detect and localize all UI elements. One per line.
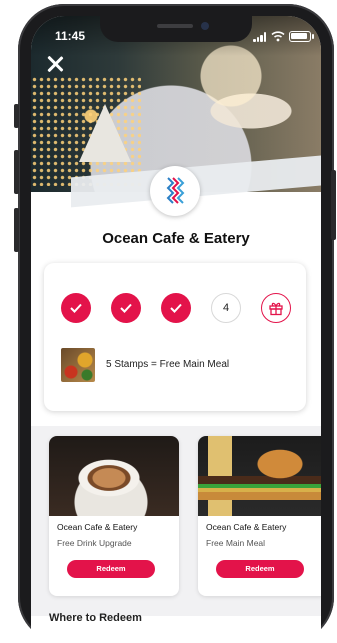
reward-meal-image	[61, 348, 95, 382]
offer-description: Free Drink Upgrade	[57, 538, 132, 548]
notch	[100, 16, 252, 42]
venue-logo-mark	[166, 177, 185, 204]
signal-icon	[253, 32, 267, 42]
stamp-reward-gift	[261, 293, 291, 323]
stamp-empty-4: 4	[211, 293, 241, 323]
check-icon	[70, 303, 82, 313]
offer-venue: Ocean Cafe & Eatery	[57, 522, 138, 532]
offer-card-drink[interactable]: Ocean Cafe & Eatery Free Drink Upgrade R…	[49, 436, 179, 596]
offer-venue: Ocean Cafe & Eatery	[206, 522, 287, 532]
power-button	[331, 170, 336, 240]
stamp-filled-2	[111, 293, 141, 323]
front-camera	[201, 22, 209, 30]
check-icon	[120, 303, 132, 313]
reward-text: 5 Stamps = Free Main Meal	[106, 359, 230, 370]
redeem-button[interactable]: Redeem	[67, 560, 155, 578]
venue-logo	[150, 166, 200, 216]
venue-title: Ocean Cafe & Eatery	[102, 230, 250, 247]
close-icon[interactable]	[45, 54, 65, 74]
offer-image-burger	[198, 436, 321, 516]
stamp-filled-3	[161, 293, 191, 323]
stamp-filled-1	[61, 293, 91, 323]
gift-icon	[269, 302, 283, 316]
offers-carousel[interactable]: Ocean Cafe & Eatery Free Drink Upgrade R…	[31, 426, 321, 616]
offer-image-coffee	[49, 436, 179, 516]
screen: 11:45 Ocean Cafe & Eatery 4 5 Stamps = F…	[31, 16, 321, 643]
battery-icon	[289, 31, 314, 42]
offer-card-meal[interactable]: Ocean Cafe & Eatery Free Main Meal Redee…	[198, 436, 321, 596]
redeem-button[interactable]: Redeem	[216, 560, 304, 578]
check-icon	[170, 303, 182, 313]
tent-shape	[79, 104, 131, 162]
offer-description: Free Main Meal	[206, 538, 266, 548]
status-time: 11:45	[55, 29, 86, 43]
stamp-card: 4 5 Stamps = Free Main Meal	[44, 263, 306, 411]
mute-switch	[14, 104, 19, 128]
volume-down-button	[14, 208, 19, 252]
where-to-redeem-heading: Where to Redeem	[49, 612, 142, 624]
speaker-grille	[157, 24, 193, 28]
wifi-icon	[271, 31, 285, 42]
volume-up-button	[14, 150, 19, 194]
